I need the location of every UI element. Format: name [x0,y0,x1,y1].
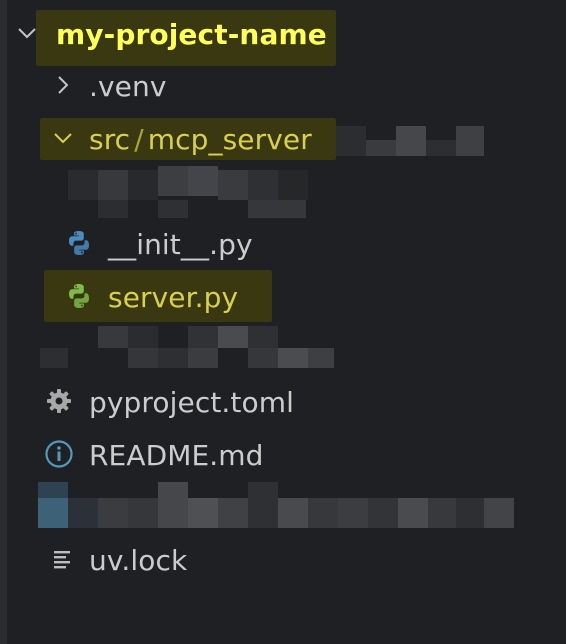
src-path-label: src / mcp_server [89,123,312,156]
path-part-src: src [89,123,131,156]
tree-item-readme-md[interactable]: README.md [0,431,566,477]
tree-item-pyproject-toml[interactable]: pyproject.toml [0,378,566,424]
chevron-down-icon[interactable] [14,20,40,46]
server-py-label: server.py [108,281,239,314]
file-explorer: my-project-name .venv src / mcp_server _… [0,0,566,644]
init-py-label: __init__.py [108,228,253,261]
tree-item-venv[interactable]: .venv [0,62,566,108]
readme-label: README.md [89,439,264,472]
tree-item-init-py[interactable]: __init__.py [0,220,566,266]
chevron-down-icon[interactable] [50,125,76,151]
path-separator: / [134,123,144,156]
lines-icon [48,544,78,574]
pyproject-label: pyproject.toml [89,386,294,419]
path-part-mcp-server: mcp_server [147,123,312,156]
tree-item-server-py[interactable]: server.py [0,273,566,319]
gear-icon [44,386,74,416]
python-icon [64,281,94,311]
root-folder-label: my-project-name [56,18,327,51]
tree-item-uv-lock[interactable]: uv.lock [0,536,566,582]
python-icon [64,228,94,258]
info-icon [44,439,74,469]
venv-label: .venv [89,70,167,103]
tree-root-folder[interactable]: my-project-name [0,10,566,56]
uv-lock-label: uv.lock [89,544,188,577]
chevron-right-icon[interactable] [50,72,76,98]
